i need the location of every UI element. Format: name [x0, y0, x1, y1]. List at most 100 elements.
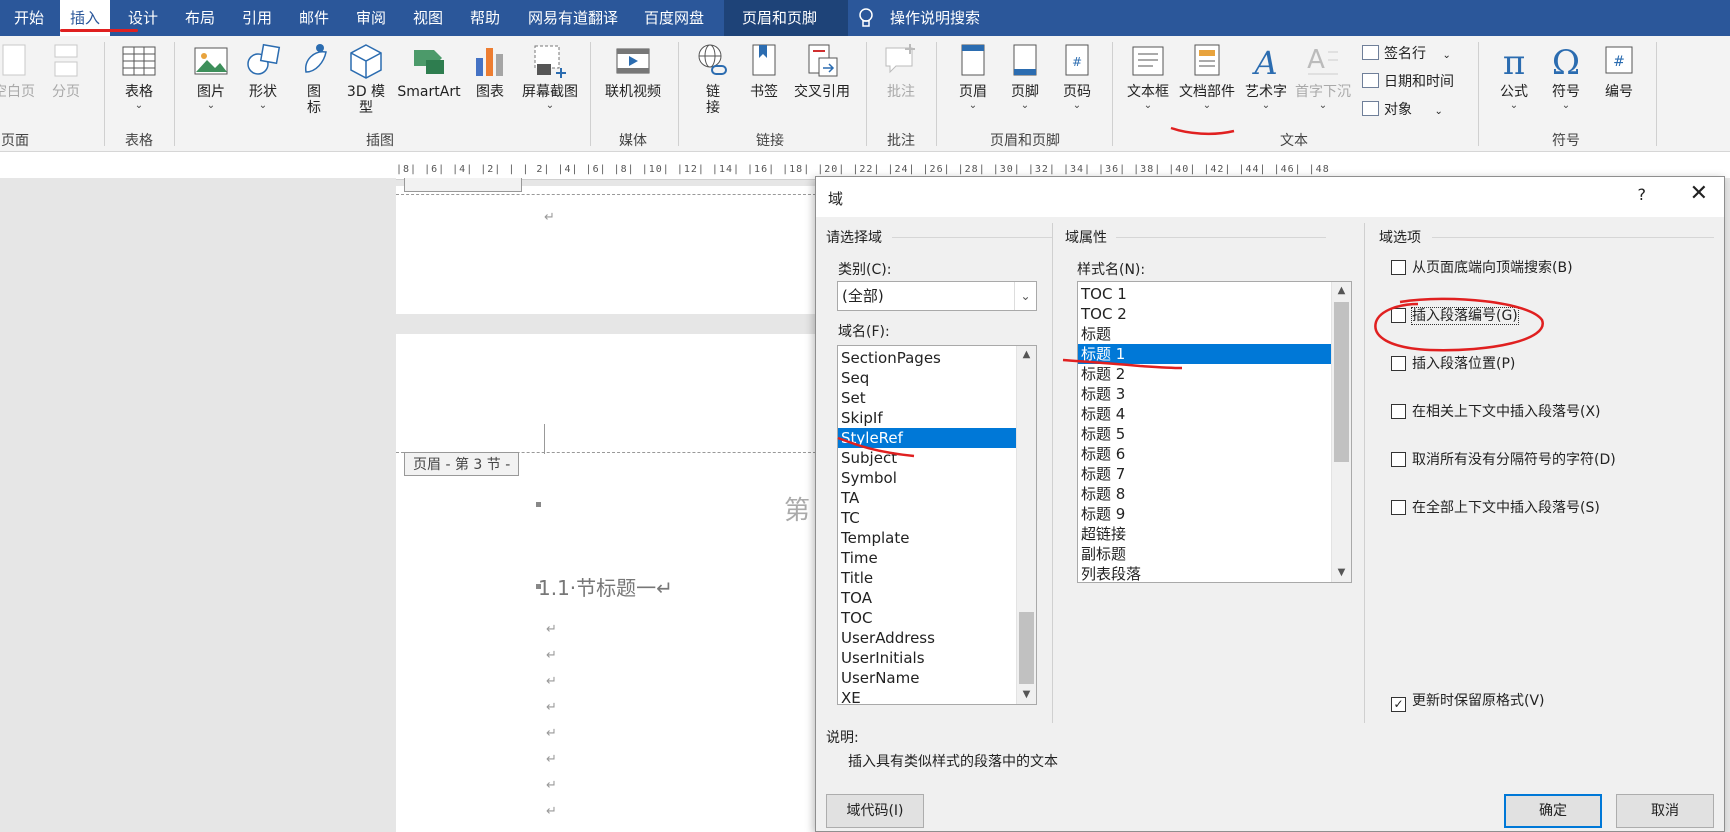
fieldname-item[interactable]: TA — [838, 488, 1036, 508]
fieldname-item[interactable]: TC — [838, 508, 1036, 528]
drop-cap-button[interactable]: A 首字下沉 ⌄ — [1292, 42, 1354, 111]
fieldname-listbox[interactable]: SectionPages Seq Set SkipIf StyleRef Subject S… — [837, 345, 1037, 705]
checkbox[interactable] — [1391, 260, 1406, 275]
option-search-bottom-up[interactable]: 从页面底端向顶端搜索(B) — [1391, 258, 1573, 278]
stylename-item[interactable]: 标题 9 — [1078, 504, 1331, 524]
checkbox[interactable] — [1391, 356, 1406, 371]
field-codes-button[interactable]: 域代码(I) — [826, 794, 924, 828]
ok-button[interactable]: 确定 — [1504, 794, 1602, 828]
stylename-item[interactable]: 副标题 — [1078, 544, 1331, 564]
stylename-item[interactable]: 列表段落 — [1078, 564, 1331, 582]
screenshot-button[interactable]: 屏幕截图 ⌄ — [518, 42, 582, 111]
object-button[interactable]: 对象 ⌄ — [1362, 98, 1443, 122]
tab-view[interactable]: 视图 — [403, 0, 453, 36]
tab-mailings[interactable]: 邮件 — [289, 0, 339, 36]
icons-button[interactable]: 图 标 — [296, 42, 332, 116]
scroll-up-icon[interactable]: ▲ — [1017, 346, 1036, 364]
stylename-item[interactable]: 标题 1 — [1078, 344, 1331, 364]
table-button[interactable]: 表格 ⌄ — [118, 42, 160, 111]
stylename-scrollbar[interactable]: ▲ ▼ — [1331, 282, 1351, 582]
option-preserve-format[interactable]: ✓ 更新时保留原格式(V) — [1391, 691, 1545, 712]
cancel-button[interactable]: 取消 — [1616, 794, 1714, 828]
option-insert-paragraph-position[interactable]: 插入段落位置(P) — [1391, 354, 1515, 374]
tab-header-footer[interactable]: 页眉和页脚 — [724, 0, 848, 36]
category-dropdown[interactable]: (全部) ⌄ — [837, 281, 1037, 311]
tab-layout[interactable]: 布局 — [175, 0, 225, 36]
checkbox[interactable] — [1391, 500, 1406, 515]
fieldname-item[interactable]: StyleRef — [838, 428, 1036, 448]
textbox-button[interactable]: 文本框 ⌄ — [1124, 42, 1172, 111]
footer-button[interactable]: 页脚 ⌄ — [1004, 42, 1046, 111]
quick-parts-button[interactable]: 文档部件 ⌄ — [1176, 42, 1238, 111]
3d-model-button[interactable]: 3D 模 型 — [344, 42, 388, 116]
blank-page-button[interactable]: 空白页 — [0, 42, 40, 101]
shapes-button[interactable]: 形状 ⌄ — [242, 42, 284, 111]
stylename-item[interactable]: TOC 2 — [1078, 304, 1331, 324]
stylename-item[interactable]: TOC 1 — [1078, 284, 1331, 304]
fieldname-item[interactable]: Subject — [838, 448, 1036, 468]
tab-youdao[interactable]: 网易有道翻译 — [518, 0, 628, 36]
fieldname-item[interactable]: Set — [838, 388, 1036, 408]
scroll-down-icon[interactable]: ▼ — [1017, 686, 1036, 704]
stylename-item[interactable]: 标题 5 — [1078, 424, 1331, 444]
fieldname-scrollbar[interactable]: ▲ ▼ — [1016, 346, 1036, 704]
header-button[interactable]: 页眉 ⌄ — [952, 42, 994, 111]
fieldname-item[interactable]: XE — [838, 688, 1036, 704]
equation-button[interactable]: π 公式 ⌄ — [1494, 42, 1534, 111]
checkbox[interactable] — [1391, 308, 1406, 323]
tab-references[interactable]: 引用 — [232, 0, 282, 36]
stylename-item[interactable]: 标题 2 — [1078, 364, 1331, 384]
tab-help[interactable]: 帮助 — [460, 0, 510, 36]
option-relative-context[interactable]: 在相关上下文中插入段落号(X) — [1391, 402, 1601, 422]
close-icon[interactable]: ✕ — [1690, 181, 1708, 206]
fieldname-item[interactable]: Seq — [838, 368, 1036, 388]
stylename-item[interactable]: 标题 — [1078, 324, 1331, 344]
fieldname-item[interactable]: Time — [838, 548, 1036, 568]
picture-button[interactable]: 图片 ⌄ — [190, 42, 232, 111]
symbol-button[interactable]: Ω 符号 ⌄ — [1546, 42, 1586, 111]
fieldname-item[interactable]: Symbol — [838, 468, 1036, 488]
tab-review[interactable]: 审阅 — [346, 0, 396, 36]
cross-reference-button[interactable]: 交叉引用 — [790, 42, 854, 101]
fieldname-item[interactable]: SkipIf — [838, 408, 1036, 428]
smartart-button[interactable]: SmartArt — [394, 42, 464, 101]
number-button[interactable]: # 编号 — [1598, 42, 1640, 101]
page-number-button[interactable]: # 页码 ⌄ — [1056, 42, 1098, 111]
scroll-thumb[interactable] — [1334, 302, 1349, 462]
stylename-item[interactable]: 标题 6 — [1078, 444, 1331, 464]
scroll-thumb[interactable] — [1019, 612, 1034, 684]
checkbox[interactable] — [1391, 452, 1406, 467]
option-full-context[interactable]: 在全部上下文中插入段落号(S) — [1391, 498, 1600, 518]
scroll-down-icon[interactable]: ▼ — [1332, 564, 1351, 582]
option-insert-paragraph-number[interactable]: 插入段落编号(G) — [1391, 306, 1519, 326]
checkbox[interactable] — [1391, 404, 1406, 419]
tab-baidu[interactable]: 百度网盘 — [634, 0, 714, 36]
fieldname-item[interactable]: TOA — [838, 588, 1036, 608]
stylename-item[interactable]: 标题 3 — [1078, 384, 1331, 404]
fieldname-item[interactable]: Title — [838, 568, 1036, 588]
stylename-item[interactable]: 标题 7 — [1078, 464, 1331, 484]
checkbox-checked[interactable]: ✓ — [1391, 697, 1406, 712]
bookmark-button[interactable]: 书签 — [744, 42, 784, 101]
date-time-button[interactable]: 日期和时间 — [1362, 70, 1454, 94]
tab-home[interactable]: 开始 — [4, 0, 54, 36]
scroll-up-icon[interactable]: ▲ — [1332, 282, 1351, 300]
wordart-button[interactable]: A 艺术字 ⌄ — [1242, 42, 1290, 111]
fieldname-item[interactable]: Template — [838, 528, 1036, 548]
option-suppress-nondelimiters[interactable]: 取消所有没有分隔符号的字符(D) — [1391, 450, 1616, 470]
chevron-down-icon[interactable]: ⌄ — [1014, 282, 1036, 310]
help-button[interactable]: ? — [1638, 185, 1647, 204]
tell-me-search[interactable]: 操作说明搜索 — [880, 0, 990, 36]
link-button[interactable]: 链 接 — [690, 42, 736, 116]
fieldname-item[interactable]: SectionPages — [838, 348, 1036, 368]
comment-button[interactable]: 批注 — [878, 42, 924, 101]
fieldname-item[interactable]: UserInitials — [838, 648, 1036, 668]
signature-line-button[interactable]: 签名行 ⌄ — [1362, 42, 1451, 66]
online-video-button[interactable]: 联机视频 — [600, 42, 666, 101]
page-break-button[interactable]: 分页 — [46, 42, 86, 101]
stylename-item[interactable]: 标题 8 — [1078, 484, 1331, 504]
stylename-listbox[interactable]: TOC 1 TOC 2 标题 标题 1 标题 2 标题 3 标题 4 标题 5 标题 6 标题 7… — [1077, 281, 1352, 583]
fieldname-item[interactable]: TOC — [838, 608, 1036, 628]
chart-button[interactable]: 图表 — [470, 42, 510, 101]
fieldname-item[interactable]: UserName — [838, 668, 1036, 688]
